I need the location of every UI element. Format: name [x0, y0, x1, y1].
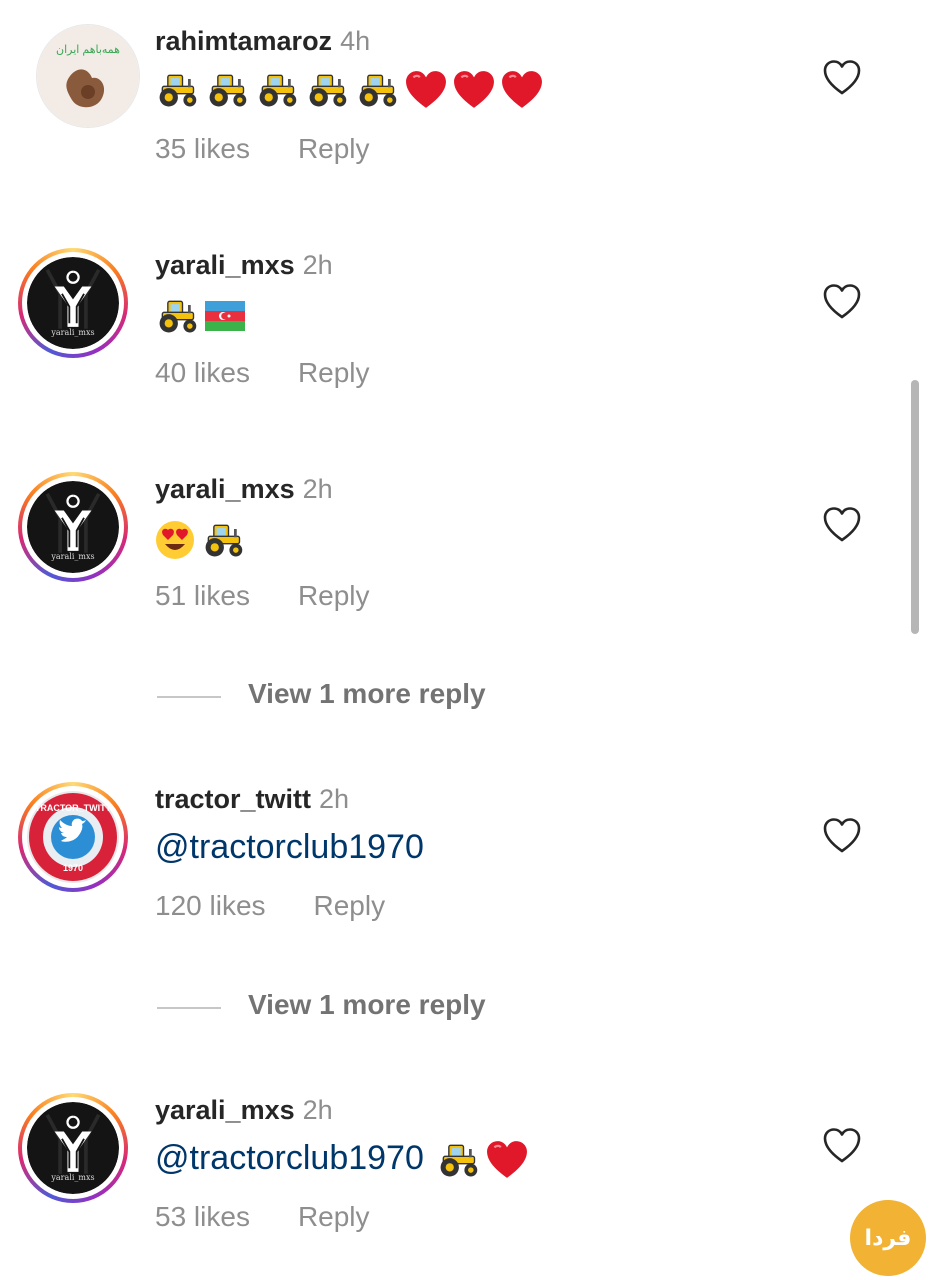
likes-count[interactable]: 35 likes [155, 133, 250, 164]
watermark-logo: فردا [850, 1200, 926, 1276]
reply-button[interactable]: Reply [298, 580, 370, 611]
likes-count[interactable]: 120 likes [155, 890, 266, 921]
avatar-label: yarali_mxs [51, 328, 95, 337]
tractor-emoji-icon [155, 71, 199, 109]
avatar-label: همه‌باهم ایران [56, 43, 120, 56]
divider-line [157, 696, 221, 698]
mention-link[interactable]: @tractorclub1970 [155, 1139, 424, 1177]
comment-meta: 120 likes Reply [155, 890, 385, 922]
like-heart-icon[interactable] [822, 816, 862, 856]
comment-username[interactable]: tractor_twitt 2h [155, 784, 349, 815]
comment-username[interactable]: rahimtamaroz 4h [155, 26, 370, 57]
watermark-text: فردا [864, 1225, 912, 1250]
comment-time: 2h [319, 784, 350, 814]
avatar[interactable]: yarali_mxs [18, 472, 128, 582]
avatar-label: yarali_mxs [51, 552, 95, 561]
comment-text [155, 516, 251, 560]
likes-count[interactable]: 51 likes [155, 580, 250, 611]
scrollbar[interactable] [911, 380, 919, 634]
like-heart-icon[interactable] [822, 1126, 862, 1166]
comment-username[interactable]: yarali_mxs 2h [155, 250, 333, 281]
reply-button[interactable]: Reply [314, 890, 386, 921]
comment-text: @tractorclub1970 [155, 825, 424, 869]
tractor-emoji-icon [201, 521, 245, 559]
comment-meta: 35 likes Reply [155, 133, 370, 165]
avatar[interactable]: همه‌باهم ایران [36, 24, 140, 128]
tractor-emoji-icon [205, 71, 249, 109]
comment-username[interactable]: yarali_mxs 2h [155, 1095, 333, 1126]
username-text[interactable]: tractor_twitt [155, 784, 311, 814]
red-heart-emoji-icon [453, 70, 495, 110]
view-more-replies-button[interactable]: View 1 more reply [157, 989, 557, 1025]
reply-button[interactable]: Reply [298, 133, 370, 164]
likes-count[interactable]: 40 likes [155, 357, 250, 388]
tractor-emoji-icon [355, 71, 399, 109]
reply-button[interactable]: Reply [298, 1201, 370, 1232]
comment-meta: 53 likes Reply [155, 1201, 370, 1233]
username-text[interactable]: yarali_mxs [155, 474, 295, 504]
likes-count[interactable]: 53 likes [155, 1201, 250, 1232]
tractor-emoji-icon [305, 71, 349, 109]
comment-meta: 40 likes Reply [155, 357, 370, 389]
avatar[interactable]: yarali_mxs [18, 248, 128, 358]
username-text[interactable]: yarali_mxs [155, 250, 295, 280]
avatar-label: yarali_mxs [51, 1173, 95, 1182]
avatar[interactable]: yarali_mxs [18, 1093, 128, 1203]
like-heart-icon[interactable] [822, 282, 862, 322]
username-text[interactable]: yarali_mxs [155, 1095, 295, 1125]
heart-eyes-emoji-icon [155, 520, 195, 560]
like-heart-icon[interactable] [822, 58, 862, 98]
red-heart-emoji-icon [486, 1140, 528, 1180]
avatar[interactable]: TRACTOR_TWITT 1970 [18, 782, 128, 892]
view-more-replies-label[interactable]: View 1 more reply [248, 989, 486, 1021]
hand-image-icon [66, 68, 105, 107]
tractor-emoji-icon [436, 1141, 480, 1179]
comment-time: 4h [340, 26, 371, 56]
divider-line [157, 1007, 221, 1009]
mention-link[interactable]: @tractorclub1970 [155, 828, 424, 866]
red-heart-emoji-icon [501, 70, 543, 110]
like-heart-icon[interactable] [822, 505, 862, 545]
comment-text [155, 292, 251, 336]
tractor-emoji-icon [255, 71, 299, 109]
red-heart-emoji-icon [405, 70, 447, 110]
avatar-label: TRACTOR_TWITT [34, 803, 112, 813]
comment-text [155, 66, 549, 110]
comment-time: 2h [302, 474, 333, 504]
view-more-replies-label[interactable]: View 1 more reply [248, 678, 486, 710]
reply-button[interactable]: Reply [298, 357, 370, 388]
comment-meta: 51 likes Reply [155, 580, 370, 612]
comment-username[interactable]: yarali_mxs 2h [155, 474, 333, 505]
avatar-year: 1970 [62, 863, 84, 873]
tractor-emoji-icon [155, 297, 199, 335]
username-text[interactable]: rahimtamaroz [155, 26, 332, 56]
view-more-replies-button[interactable]: View 1 more reply [157, 678, 557, 714]
azerbaijan-flag-emoji-icon [205, 301, 245, 331]
comment-text: @tractorclub1970 [155, 1136, 534, 1180]
comment-time: 2h [302, 250, 333, 280]
comment-time: 2h [302, 1095, 333, 1125]
